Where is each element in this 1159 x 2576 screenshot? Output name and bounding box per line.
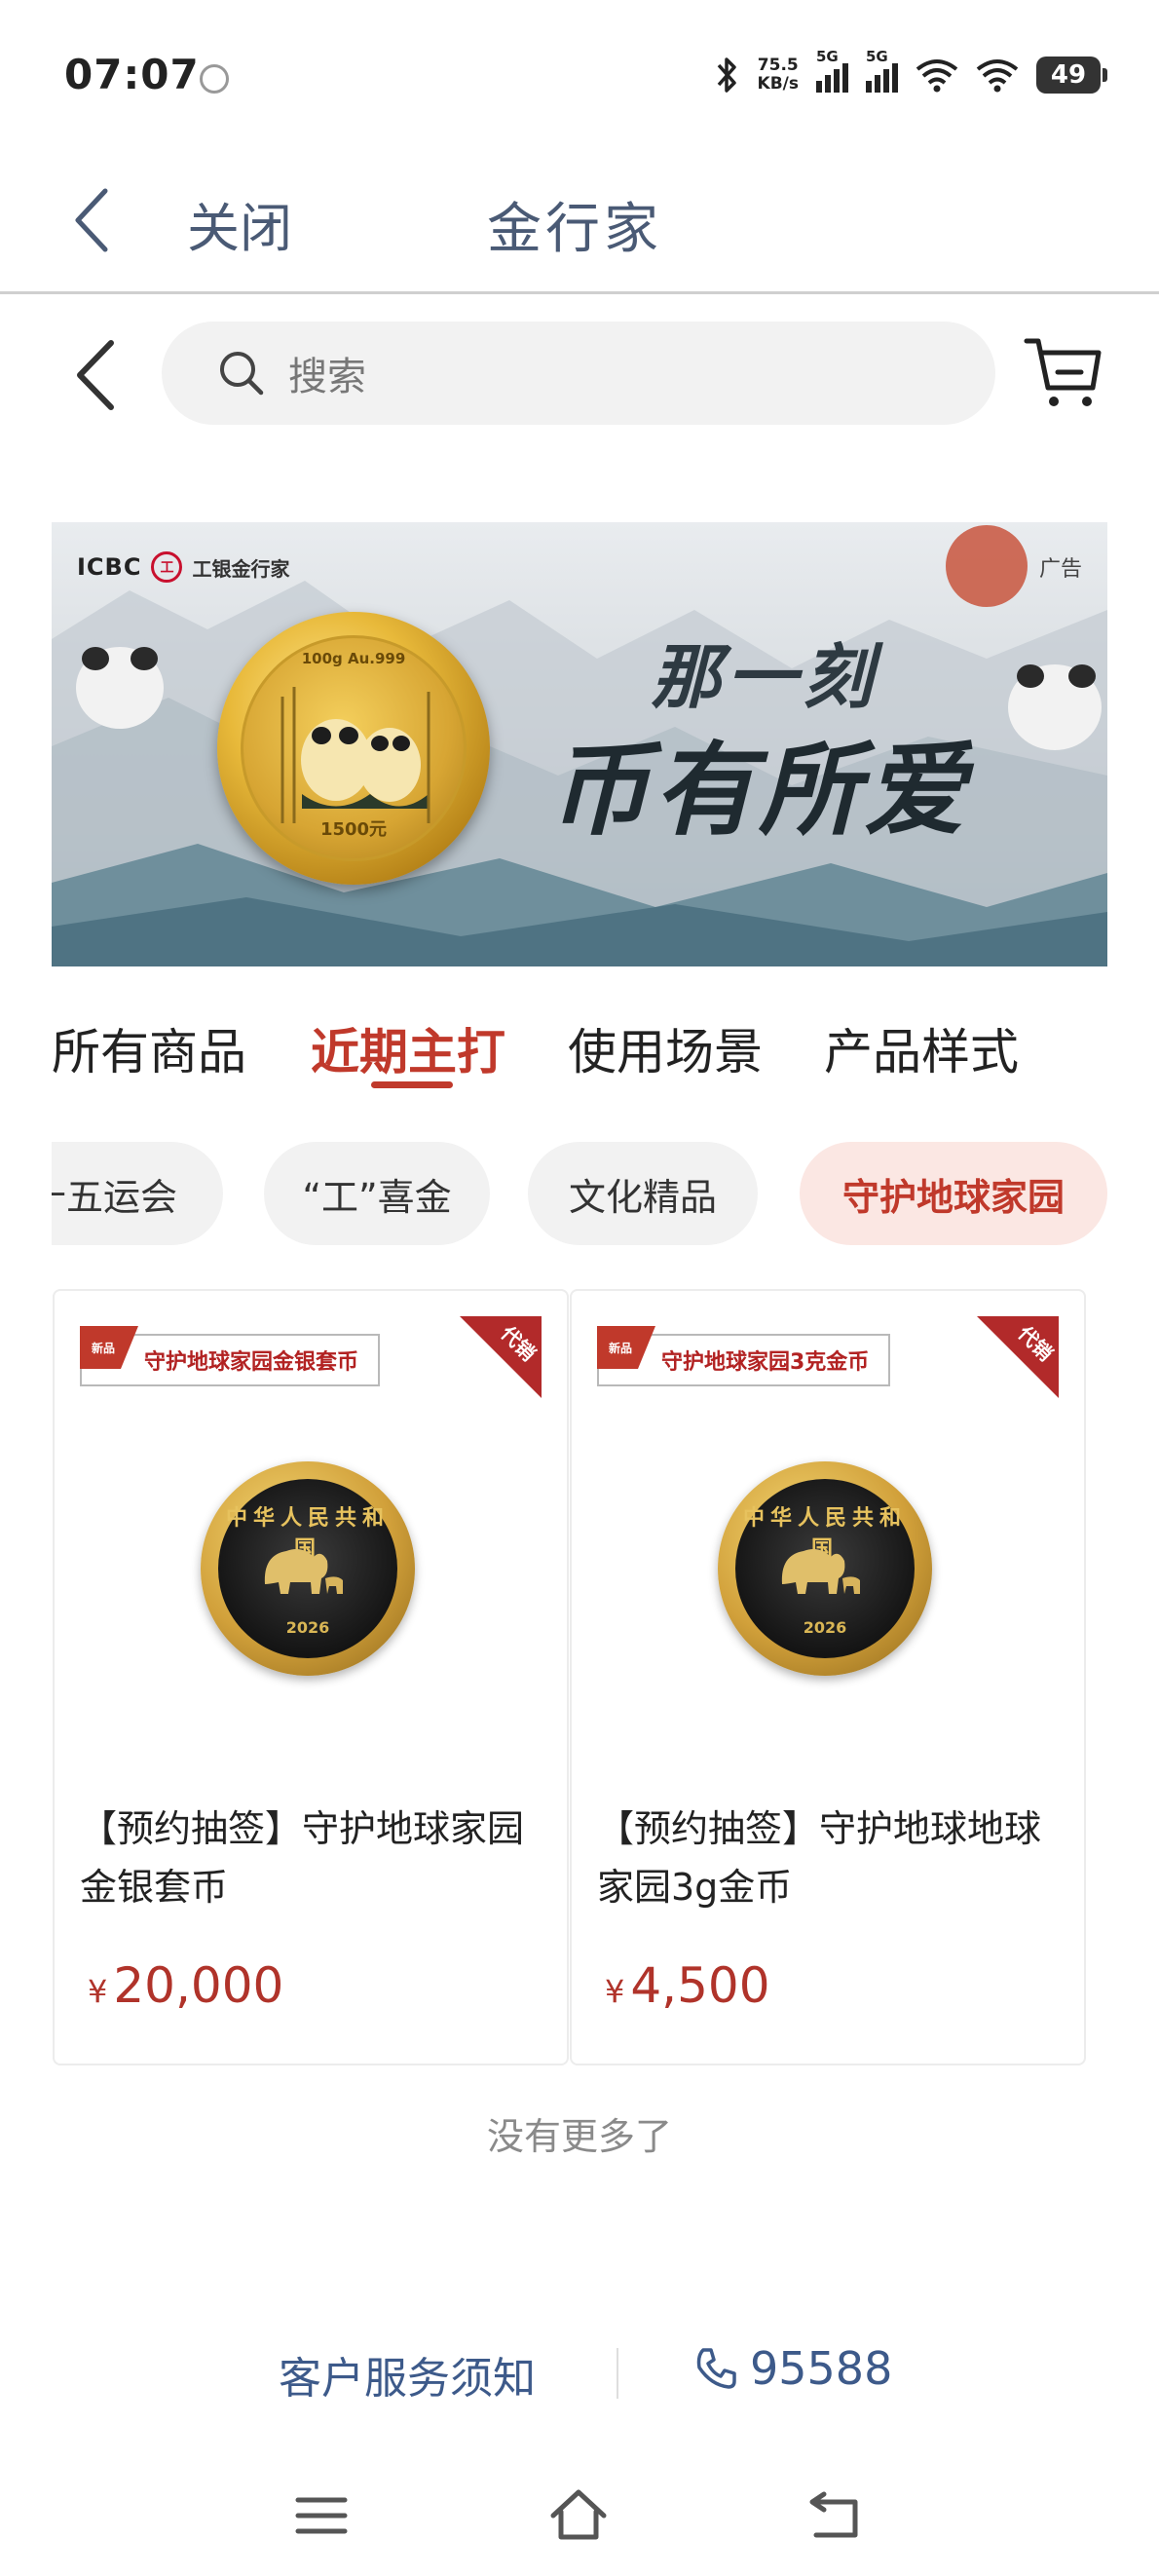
product-title[interactable]: 【预约抽签】守护地球地球家园3g金币 (597, 1799, 1065, 1916)
elephant-coin-image: 中华人民共和国 2026 (718, 1461, 932, 1676)
chip-protect-earth[interactable]: 守护地球家园 (800, 1142, 1107, 1245)
tab-recent-featured[interactable]: 近期主打 (311, 1013, 505, 1083)
tab-usage-scenarios[interactable]: 使用场景 (568, 1013, 763, 1083)
ad-label: 广告 (1038, 557, 1082, 582)
wifi-icon-2 (976, 59, 1019, 93)
close-button[interactable]: 关闭 (187, 185, 292, 262)
phone-icon (696, 2348, 736, 2389)
footer-divider (617, 2348, 618, 2399)
page-title: 金行家 (487, 198, 662, 261)
network-speed-unit: KB/s (757, 74, 799, 94)
sim2-label: 5G (866, 48, 888, 65)
product-price: ¥ 20,000 (88, 1957, 283, 2014)
chip-icbc-gold[interactable]: “工”喜金 (264, 1142, 490, 1245)
battery-indicator: 49 (1036, 57, 1107, 94)
icbc-logo-text: ICBC (77, 553, 142, 581)
consignment-badge: 代销 (460, 1316, 542, 1398)
category-tabs: 所有商品 近期主打 使用场景 产品样式 (52, 1013, 1123, 1091)
icbc-brand: ICBC 工 工银金行家 (77, 551, 289, 583)
status-bar: 07:07 75.5 KB/s 5G 5G 49 (0, 0, 1159, 146)
signal-sim1-icon: 5G (816, 48, 848, 93)
phone-number: 95588 (750, 2342, 893, 2395)
system-navigation-bar (0, 2455, 1159, 2576)
search-input[interactable]: 搜索 (162, 322, 995, 425)
signal-sim2-icon: 5G (866, 48, 898, 93)
back-icon[interactable] (804, 2484, 867, 2547)
subcategory-chips: 十五运会 “工”喜金 文化精品 守护地球家园 (52, 1142, 1107, 1245)
status-icons: 75.5 KB/s 5G 5G 49 (715, 48, 1107, 99)
chip-national-games[interactable]: 十五运会 (52, 1142, 223, 1245)
tab-product-styles[interactable]: 产品样式 (824, 1013, 1019, 1083)
promo-banner[interactable]: ICBC 工 工银金行家 广告 100g Au.999 1500元 那一刻 币有… (52, 522, 1107, 966)
product-price: ¥ 4,500 (605, 1957, 770, 2014)
status-time: 07:07 (64, 51, 200, 98)
panda-gold-coin-image: 100g Au.999 1500元 (217, 612, 490, 885)
elephant-icon (264, 1549, 343, 1594)
elephant-coin-image: 中华人民共和国 2026 (201, 1461, 415, 1676)
product-card[interactable]: 守护地球家园3克金币 新品 代销 中华人民共和国 2026 【预约抽签】守护地球… (570, 1289, 1086, 2065)
currency-symbol: ¥ (88, 1973, 108, 2010)
brand-name: 工银金行家 (192, 556, 290, 581)
back-chevron-icon[interactable] (68, 181, 117, 259)
do-not-disturb-icon (200, 64, 229, 94)
currency-symbol: ¥ (605, 1973, 625, 2010)
menu-icon[interactable] (290, 2484, 353, 2547)
price-value: 20,000 (113, 1957, 284, 2014)
bluetooth-icon (717, 57, 736, 93)
search-placeholder: 搜索 (288, 355, 366, 399)
price-value: 4,500 (630, 1957, 770, 2014)
list-end-text: 没有更多了 (486, 2115, 672, 2158)
consignment-badge: 代销 (977, 1316, 1059, 1398)
tab-all-products[interactable]: 所有商品 (52, 1013, 246, 1083)
product-card[interactable]: 守护地球家园金银套币 新品 代销 中华人民共和国 2026 【预约抽签】守护地球… (53, 1289, 569, 2065)
banner-slogan-line2: 币有所爱 (548, 730, 970, 850)
product-title[interactable]: 【预约抽签】守护地球家园金银套币 (80, 1799, 547, 1916)
coin-year: 2026 (803, 1618, 847, 1637)
icbc-logo-icon: 工 (151, 551, 183, 583)
coin-year: 2026 (285, 1618, 330, 1637)
chip-cultural-boutique[interactable]: 文化精品 (528, 1142, 758, 1245)
search-icon (220, 352, 264, 396)
network-speed: 75.5 KB/s (758, 57, 799, 94)
back-arrow-icon[interactable] (68, 331, 127, 419)
elephant-icon (781, 1549, 860, 1594)
coin-value: 1500元 (319, 819, 388, 840)
active-tab-indicator (371, 1081, 453, 1088)
network-speed-value: 75.5 (757, 56, 799, 75)
customer-service-notice-link[interactable]: 客户服务须知 (279, 2343, 536, 2406)
webview-titlebar: 关闭 金行家 (0, 146, 1159, 294)
home-icon[interactable] (547, 2484, 610, 2547)
cart-icon[interactable] (1023, 331, 1105, 414)
sim1-label: 5G (816, 48, 839, 65)
phone-link[interactable]: 95588 (693, 2342, 892, 2395)
wifi-icon (916, 59, 958, 93)
